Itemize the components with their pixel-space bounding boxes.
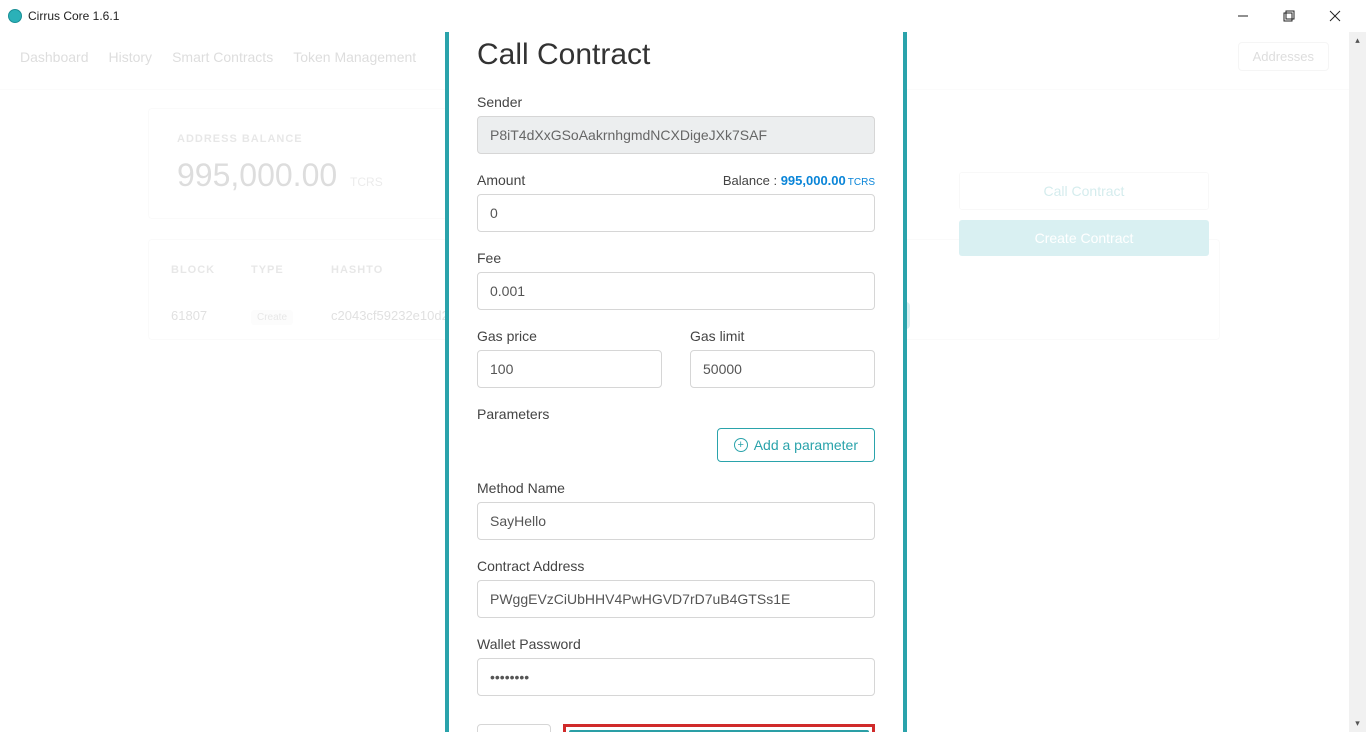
balance-ccy: TCRS — [848, 177, 875, 188]
fee-label: Fee — [477, 250, 875, 266]
gas-limit-input[interactable] — [690, 350, 875, 388]
vertical-scrollbar[interactable]: ▴ ▾ — [1349, 32, 1366, 732]
submit-highlight: Call Contract — [563, 724, 875, 732]
minimize-button[interactable] — [1220, 0, 1266, 32]
contract-address-input[interactable] — [477, 580, 875, 618]
fee-input[interactable] — [477, 272, 875, 310]
cancel-button[interactable]: Cancel — [477, 724, 551, 732]
balance-prefix: Balance : — [723, 173, 781, 188]
wallet-password-label: Wallet Password — [477, 636, 875, 652]
maximize-button[interactable] — [1266, 0, 1312, 32]
window-controls — [1220, 0, 1358, 32]
title-bar: Cirrus Core 1.6.1 — [0, 0, 1366, 32]
balance-value: 995,000.00 — [781, 173, 846, 188]
add-parameter-button[interactable]: + Add a parameter — [717, 428, 875, 462]
plus-icon: + — [734, 438, 748, 452]
call-contract-modal: Call Contract Sender Amount Balance : 99… — [445, 32, 907, 732]
balance-indicator: Balance : 995,000.00TCRS — [723, 173, 875, 188]
scroll-down-icon[interactable]: ▾ — [1349, 715, 1366, 732]
method-name-label: Method Name — [477, 480, 875, 496]
gas-price-label: Gas price — [477, 328, 662, 344]
add-parameter-label: Add a parameter — [754, 437, 858, 453]
parameters-label: Parameters — [477, 406, 875, 422]
window-title: Cirrus Core 1.6.1 — [28, 9, 119, 23]
gas-price-input[interactable] — [477, 350, 662, 388]
amount-input[interactable] — [477, 194, 875, 232]
sender-label: Sender — [477, 94, 875, 110]
sender-input — [477, 116, 875, 154]
method-name-input[interactable] — [477, 502, 875, 540]
modal-title: Call Contract — [477, 38, 875, 72]
gas-limit-label: Gas limit — [690, 328, 875, 344]
close-button[interactable] — [1312, 0, 1358, 32]
contract-address-label: Contract Address — [477, 558, 875, 574]
wallet-password-input[interactable] — [477, 658, 875, 696]
scroll-up-icon[interactable]: ▴ — [1349, 32, 1366, 49]
app-icon — [8, 9, 22, 23]
amount-label: Amount — [477, 172, 525, 188]
